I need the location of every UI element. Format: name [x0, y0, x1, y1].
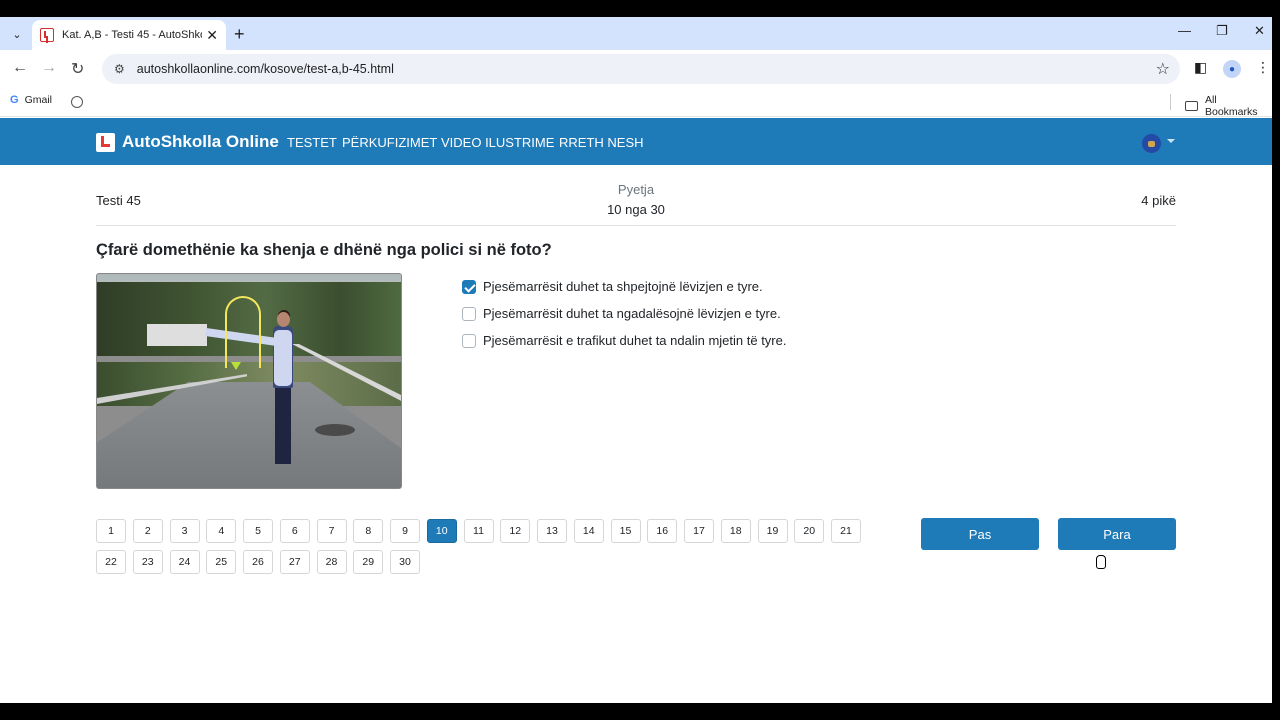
page-button-25[interactable]: 25: [206, 550, 237, 574]
window-close-icon[interactable]: ✕: [1254, 23, 1265, 39]
bookmark-globe[interactable]: [71, 96, 83, 108]
tab-search-icon[interactable]: ⌄: [8, 25, 26, 43]
page-button-1[interactable]: 1: [96, 519, 126, 543]
page-button-5[interactable]: 5: [243, 519, 273, 543]
bookmark-label: Gmail: [24, 94, 52, 106]
page-button-15[interactable]: 15: [610, 519, 641, 543]
globe-icon: [71, 96, 83, 108]
screen-border: [1272, 0, 1280, 720]
new-tab-icon[interactable]: +: [234, 24, 245, 45]
page-button-9[interactable]: 9: [390, 519, 420, 543]
page-button-28[interactable]: 28: [316, 550, 347, 574]
reload-icon[interactable]: ↻: [71, 59, 84, 79]
answer-checkbox-1[interactable]: [462, 279, 476, 294]
kosovo-flag-icon[interactable]: [1142, 134, 1161, 153]
gesture-arrow-icon: [225, 296, 261, 368]
site-info-icon[interactable]: ⚙: [114, 62, 125, 76]
answer-option-2[interactable]: Pjesëmarrësit duhet ta ngadalësojnë lëvi…: [462, 300, 786, 327]
page-button-23[interactable]: 23: [132, 550, 163, 574]
forward-icon[interactable]: →: [41, 59, 57, 77]
prev-button[interactable]: Pas: [921, 518, 1039, 550]
page-button-22[interactable]: 22: [96, 550, 126, 574]
browser-window: ⌄ Kat. A,B - Testi 45 - AutoShkolla ✕ + …: [0, 17, 1272, 703]
answer-list: Pjesëmarrësit duhet ta shpejtojnë lëvizj…: [462, 273, 786, 354]
page-button-17[interactable]: 17: [684, 519, 714, 543]
nav-testet[interactable]: TESTET: [287, 135, 337, 150]
answer-text-1: Pjesëmarrësit duhet ta shpejtojnë lëvizj…: [483, 279, 763, 294]
tab-title: Kat. A,B - Testi 45 - AutoShkolla: [62, 29, 202, 41]
menu-kebab-icon[interactable]: ⋮: [1256, 59, 1270, 76]
nav-video-ilustrime[interactable]: VIDEO ILUSTRIME: [441, 135, 554, 150]
page-button-26[interactable]: 26: [243, 550, 273, 574]
page-button-20[interactable]: 20: [794, 519, 825, 543]
bookmark-gmail[interactable]: G Gmail: [10, 94, 52, 106]
question-label: Pyetja: [617, 182, 655, 197]
page-button-16[interactable]: 16: [647, 519, 678, 543]
page-button-7[interactable]: 7: [316, 519, 347, 543]
page-button-18[interactable]: 18: [720, 519, 751, 543]
nav-rreth-nesh[interactable]: RRETH NESH: [559, 135, 644, 150]
brand-link[interactable]: AutoShkolla Online: [96, 132, 279, 152]
browser-toolbar: ← → ↻ ⚙ autoshkollaonline.com/kosove/tes…: [0, 50, 1272, 88]
tab-strip: ⌄ Kat. A,B - Testi 45 - AutoShkolla ✕ + …: [0, 17, 1272, 50]
page-button-29[interactable]: 29: [353, 550, 384, 574]
url-text: autoshkollaonline.com/kosove/test-a,b-45…: [136, 62, 394, 76]
minimize-icon[interactable]: —: [1178, 23, 1191, 38]
page-button-8[interactable]: 8: [353, 519, 384, 543]
nav-perkufizimet[interactable]: PËRKUFIZIMET: [342, 135, 437, 150]
profile-avatar-icon[interactable]: ●: [1223, 60, 1241, 78]
browser-tab[interactable]: Kat. A,B - Testi 45 - AutoShkolla ✕: [32, 20, 226, 50]
answer-option-3[interactable]: Pjesëmarrësit e trafikut duhet ta ndalin…: [462, 327, 786, 354]
bookmarks-separator: [1170, 94, 1171, 110]
language-dropdown-caret-icon[interactable]: [1167, 139, 1175, 143]
restore-icon[interactable]: ❐: [1216, 23, 1228, 39]
page-button-10[interactable]: 10: [426, 519, 457, 543]
page-button-30[interactable]: 30: [390, 550, 420, 574]
all-bookmarks-label: All Bookmarks: [1204, 94, 1258, 118]
page-button-27[interactable]: 27: [279, 550, 310, 574]
answer-checkbox-2[interactable]: [462, 306, 476, 321]
page-button-19[interactable]: 19: [757, 519, 788, 543]
page-button-3[interactable]: 3: [169, 519, 200, 543]
tab-close-icon[interactable]: ✕: [206, 27, 218, 44]
page-button-4[interactable]: 4: [206, 519, 237, 543]
page-button-24[interactable]: 24: [169, 550, 200, 574]
next-button[interactable]: Para: [1058, 518, 1176, 550]
page-button-2[interactable]: 2: [132, 519, 163, 543]
brand-logo-icon: [96, 132, 115, 152]
side-panel-icon[interactable]: ◧: [1194, 59, 1207, 76]
site-navbar: AutoShkolla Online TESTET PËRKUFIZIMET V…: [0, 118, 1272, 165]
all-bookmarks[interactable]: All Bookmarks: [1185, 94, 1272, 118]
question-info-row: Testi 45 Pyetja 10 nga 30 4 pikë: [96, 165, 1176, 226]
answer-text-2: Pjesëmarrësit duhet ta ngadalësojnë lëvi…: [483, 306, 781, 321]
bookmarks-bar: G Gmail All Bookmarks: [0, 88, 1272, 118]
answer-checkbox-3[interactable]: [462, 333, 476, 348]
question-count: 10 nga 30: [607, 202, 665, 217]
page-button-11[interactable]: 11: [463, 519, 494, 543]
question-text: Çfarë domethënie ka shenja e dhënë nga p…: [96, 241, 552, 259]
page-button-13[interactable]: 13: [537, 519, 567, 543]
page-button-21[interactable]: 21: [831, 519, 861, 543]
brand-name: AutoShkolla Online: [122, 132, 279, 151]
bookmark-star-icon[interactable]: ☆: [1156, 59, 1170, 79]
folder-icon: [1185, 101, 1198, 111]
back-icon[interactable]: ←: [12, 59, 28, 77]
google-icon: G: [10, 94, 19, 106]
page-button-12[interactable]: 12: [500, 519, 531, 543]
page-button-14[interactable]: 14: [573, 519, 604, 543]
site-favicon-icon: [40, 28, 54, 42]
address-bar[interactable]: ⚙ autoshkollaonline.com/kosove/test-a,b-…: [102, 54, 1180, 84]
page-button-6[interactable]: 6: [279, 519, 310, 543]
answer-text-3: Pjesëmarrësit e trafikut duhet ta ndalin…: [483, 333, 787, 348]
question-photo: [96, 273, 402, 489]
question-points: 4 pikë: [1141, 193, 1176, 208]
answer-option-1[interactable]: Pjesëmarrësit duhet ta shpejtojnë lëvizj…: [462, 273, 786, 300]
